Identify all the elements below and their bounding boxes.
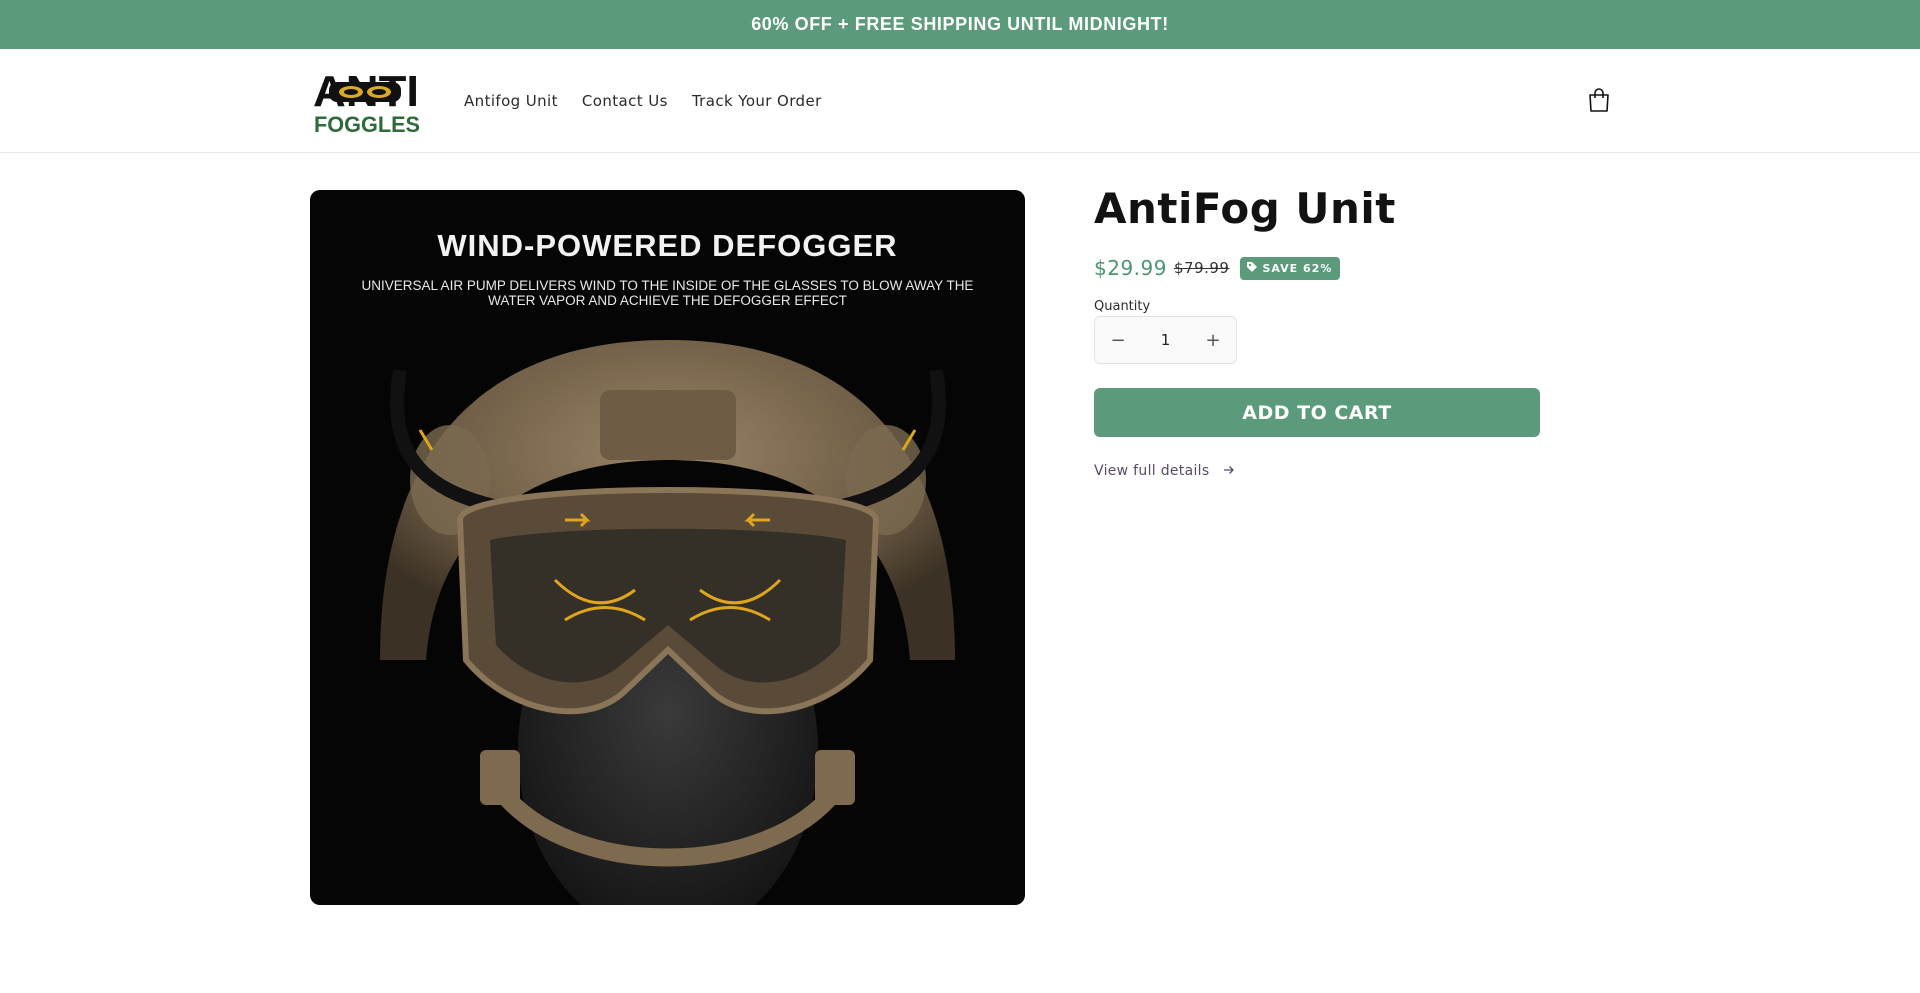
- product-image[interactable]: WIND-POWERED DEFOGGER UNIVERSAL AIR PUMP…: [310, 190, 1025, 905]
- save-badge: SAVE 62%: [1240, 256, 1341, 280]
- price-row: $29.99 $79.99 SAVE 62%: [1094, 256, 1341, 280]
- increase-quantity-button[interactable]: +: [1190, 317, 1236, 363]
- nav-contact-us[interactable]: Contact Us: [582, 92, 668, 110]
- quantity-label: Quantity: [1094, 299, 1151, 314]
- save-badge-text: SAVE 62%: [1262, 261, 1333, 275]
- image-subtext: UNIVERSAL AIR PUMP DELIVERS WIND TO THE …: [361, 278, 974, 308]
- nav-antifog-unit[interactable]: Antifog Unit: [464, 92, 558, 110]
- shopping-bag-icon[interactable]: [1587, 87, 1611, 113]
- view-full-details-link[interactable]: View full details: [1094, 463, 1235, 479]
- product-title: AntiFog Unit: [1094, 184, 1396, 233]
- announcement-bar: 60% OFF + FREE SHIPPING UNTIL MIDNIGHT!: [0, 0, 1920, 49]
- image-headline: WIND-POWERED DEFOGGER: [437, 228, 898, 263]
- store-logo[interactable]: ANTI FOGGLES: [313, 67, 421, 137]
- nav-track-order[interactable]: Track Your Order: [692, 92, 822, 110]
- regular-price: $79.99: [1173, 259, 1230, 277]
- quantity-stepper: − +: [1094, 316, 1237, 364]
- site-header: ANTI FOGGLES Antifog Unit Contact Us Tra…: [0, 49, 1920, 153]
- arrow-right-icon: [1223, 463, 1235, 479]
- main-nav: Antifog Unit Contact Us Track Your Order: [464, 49, 822, 153]
- svg-text:FOGGLES: FOGGLES: [314, 112, 420, 134]
- quantity-input[interactable]: [1142, 331, 1189, 349]
- sale-price: $29.99: [1094, 256, 1167, 280]
- decrease-quantity-button[interactable]: −: [1095, 317, 1141, 363]
- announcement-text: 60% OFF + FREE SHIPPING UNTIL MIDNIGHT!: [751, 14, 1169, 34]
- tag-icon: [1246, 261, 1258, 276]
- add-to-cart-button[interactable]: ADD TO CART: [1094, 388, 1540, 437]
- view-details-label: View full details: [1094, 463, 1210, 479]
